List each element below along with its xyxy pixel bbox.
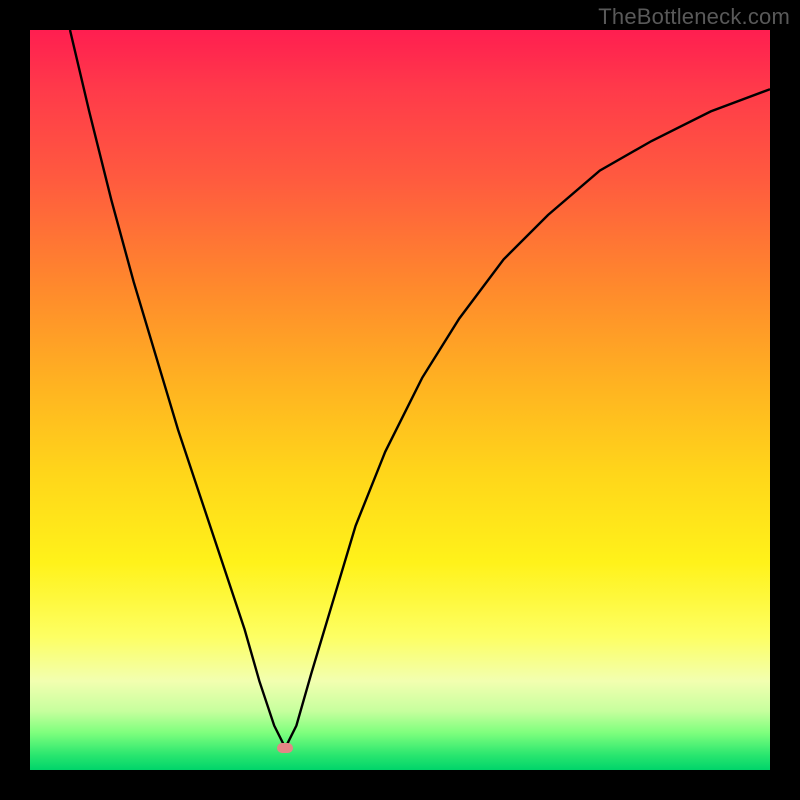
- chart-frame: TheBottleneck.com: [0, 0, 800, 800]
- curve-path: [70, 30, 770, 748]
- bottleneck-curve: [30, 30, 770, 770]
- minimum-marker: [277, 743, 293, 753]
- plot-area: [30, 30, 770, 770]
- watermark-text: TheBottleneck.com: [598, 4, 790, 30]
